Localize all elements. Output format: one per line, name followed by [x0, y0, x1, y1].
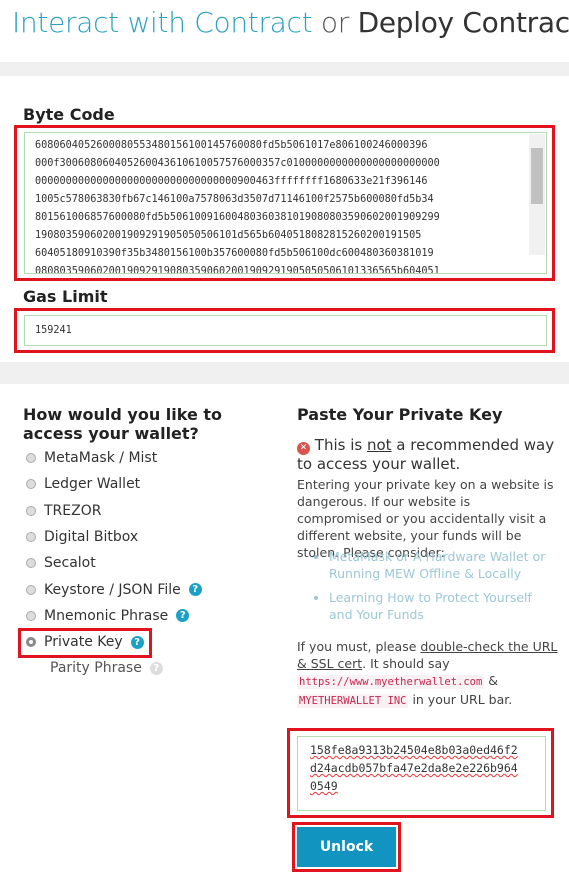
parity-phrase-option[interactable]: Parity Phrase? — [50, 660, 163, 676]
error-icon: ✕ — [297, 442, 310, 455]
radio-icon[interactable] — [26, 453, 36, 463]
help-icon[interactable]: ? — [188, 583, 202, 596]
or-text: or — [320, 6, 349, 39]
access-title: How would you like to access your wallet… — [23, 405, 223, 443]
bytecode-label: Byte Code — [23, 105, 115, 124]
help-icon[interactable]: ? — [176, 609, 190, 623]
radio-icon[interactable] — [26, 610, 36, 621]
private-key-title: Paste Your Private Key — [297, 405, 503, 424]
protect-yourself-link[interactable]: Learning How to Protect Yourself and You… — [329, 589, 553, 623]
interact-contract-link[interactable]: Interact with Contract — [12, 6, 313, 39]
page-title: Interact with Contract or Deploy Contrac… — [12, 6, 569, 39]
wallet-option[interactable]: Secalot — [26, 555, 96, 571]
radio-icon[interactable] — [26, 558, 36, 569]
inc-code: MYETHERWALLET INC — [297, 694, 409, 708]
warning-text: ✕ This is not a recommended way to acces… — [297, 436, 555, 473]
url-check-text: If you must, please double-check the URL… — [297, 639, 558, 708]
help-icon[interactable]: ? — [149, 661, 163, 675]
private-key-highlight — [18, 628, 152, 658]
radio-icon[interactable] — [26, 531, 36, 542]
unlock-button[interactable]: Unlock — [297, 827, 396, 867]
metamask-link[interactable]: MetaMask or A Hardware Wallet or Running… — [329, 548, 553, 582]
wallet-option[interactable]: Digital Bitbox — [26, 529, 138, 545]
bytecode-textarea[interactable]: 6080604052600080553480156100145760080fd5… — [24, 132, 547, 274]
wallet-option[interactable]: MetaMask / Mist — [26, 450, 157, 466]
url-code: https://www.myetherwallet.com — [297, 675, 485, 689]
gas-limit-label: Gas Limit — [23, 287, 108, 306]
deploy-contract-link[interactable]: Deploy Contract — [358, 6, 569, 39]
wallet-option[interactable]: Ledger Wallet — [26, 476, 140, 492]
wallet-option[interactable]: Mnemonic Phrase ? — [26, 608, 190, 624]
wallet-option[interactable]: Keystore / JSON File ? — [26, 582, 202, 598]
divider — [0, 362, 569, 384]
divider — [0, 62, 569, 76]
private-key-textarea[interactable]: 158fe8a9313b24504e8b03a0ed46f2 d24acdb05… — [297, 736, 546, 811]
scrollbar[interactable] — [529, 134, 545, 255]
radio-icon[interactable] — [26, 505, 36, 516]
wallet-option[interactable]: TREZOR — [26, 503, 101, 519]
gas-limit-input[interactable]: 159241 — [24, 315, 547, 346]
radio-icon[interactable] — [26, 584, 36, 595]
radio-icon[interactable] — [26, 479, 36, 490]
